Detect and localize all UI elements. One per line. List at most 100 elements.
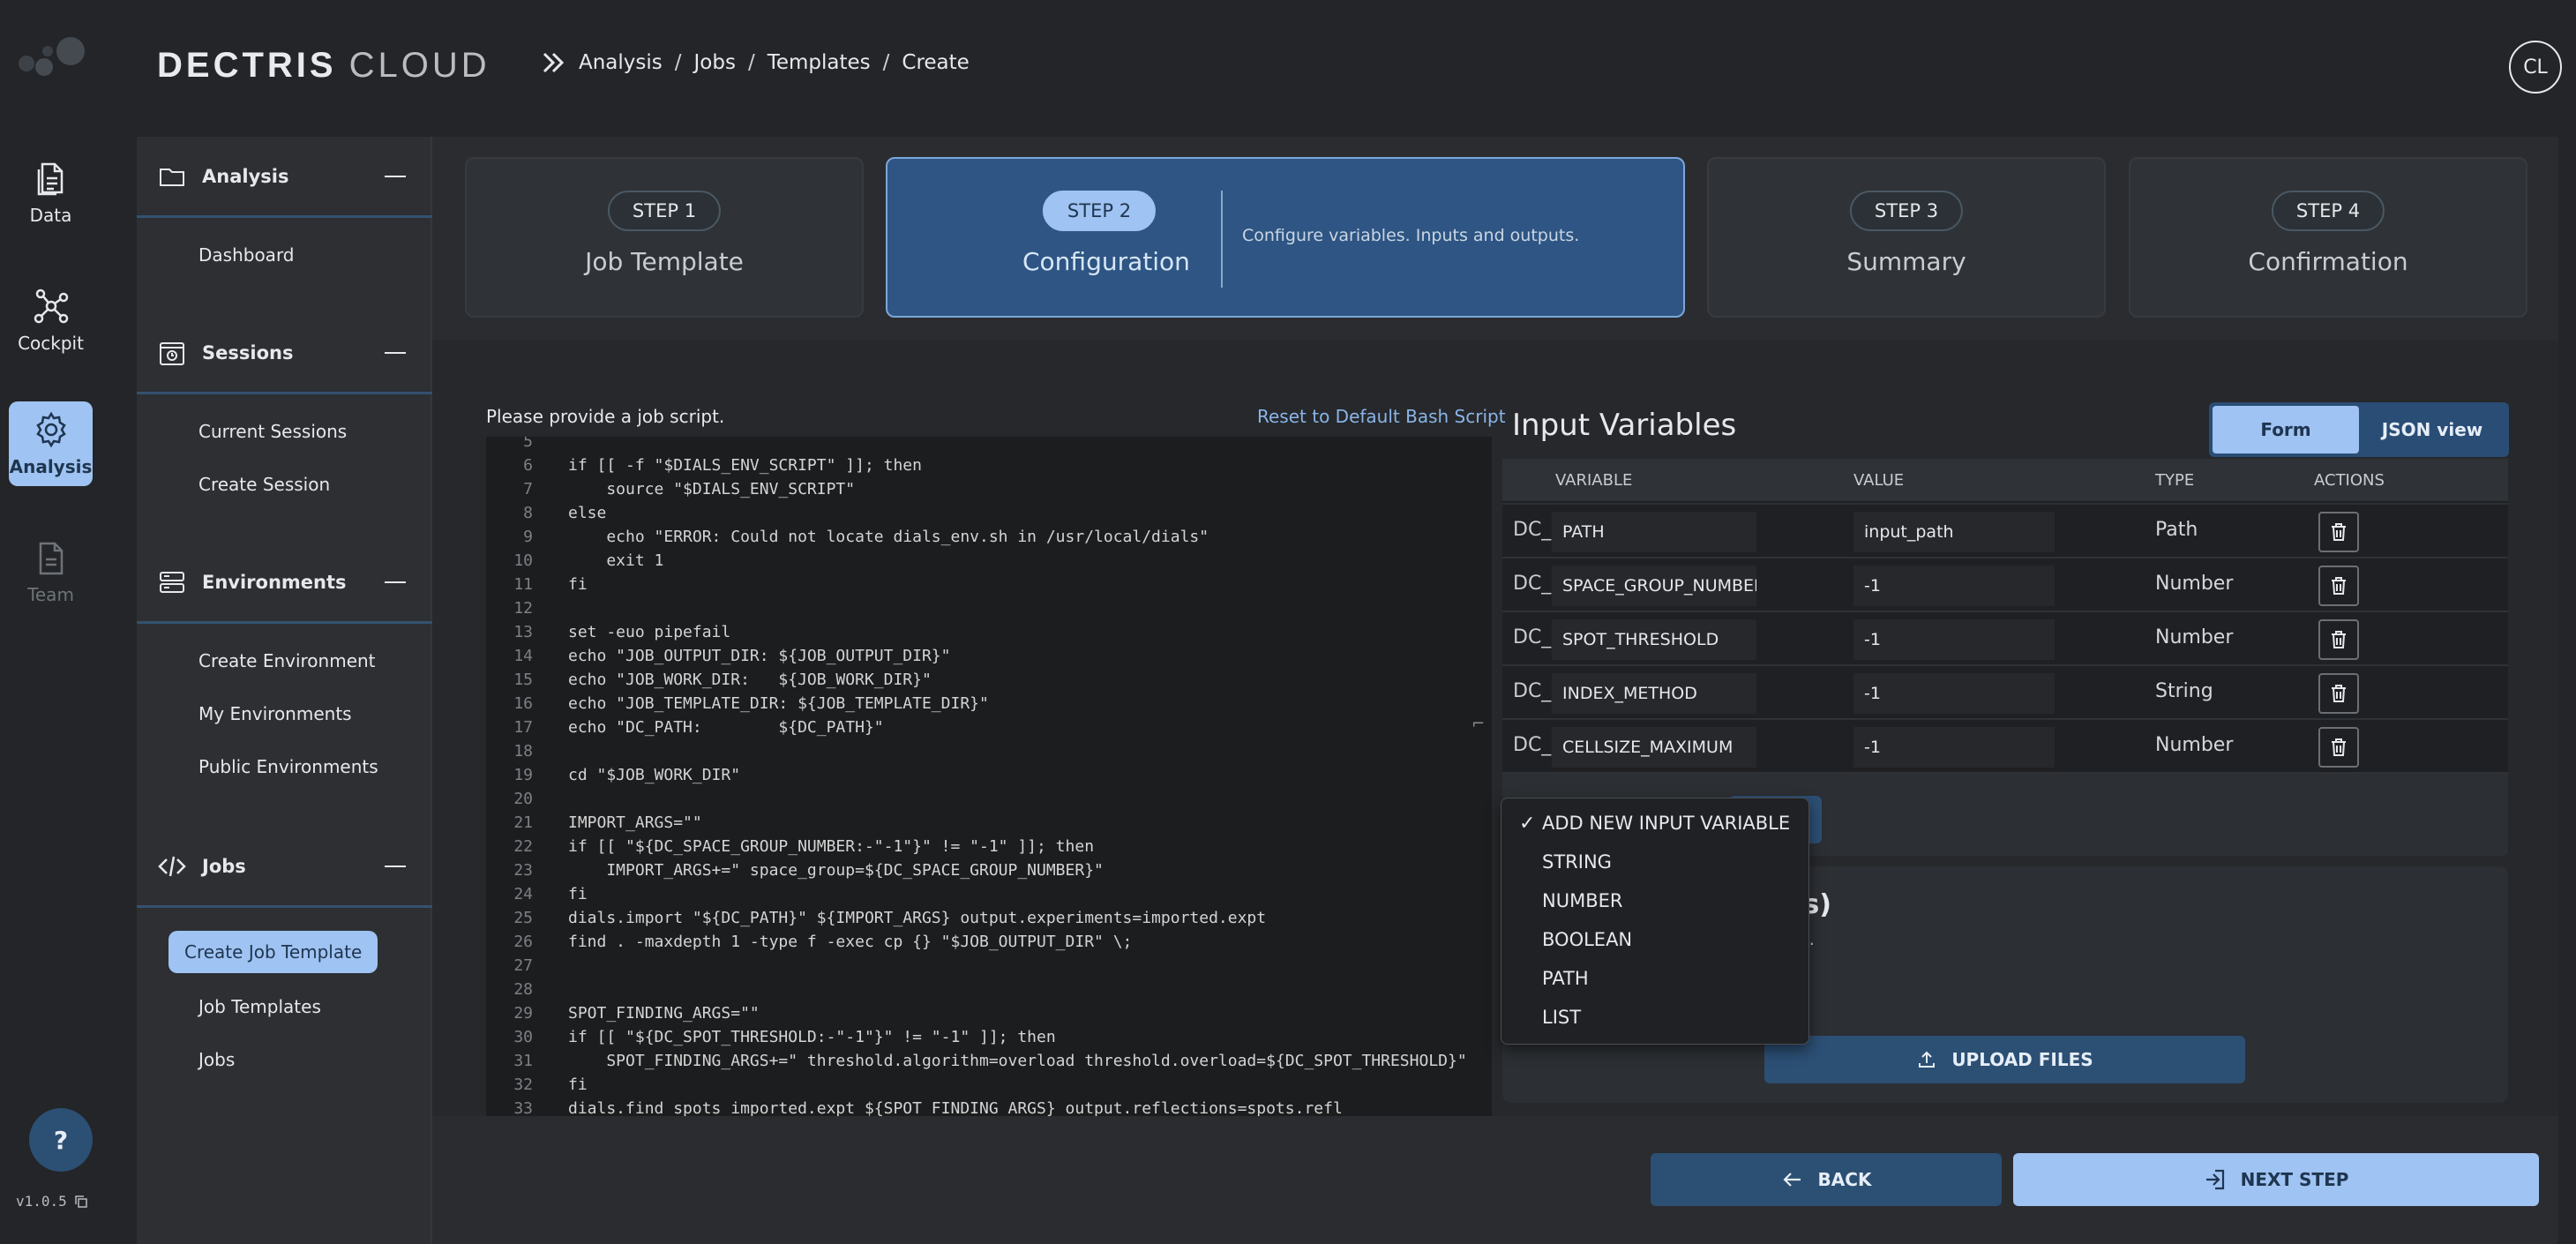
form-view-button[interactable]: Form: [2213, 406, 2359, 453]
upload-button-label: UPLOAD FILES: [1951, 1049, 2093, 1070]
sidebar-item-job-templates[interactable]: Job Templates: [183, 985, 337, 1028]
step-3[interactable]: STEP 3 Summary: [1707, 157, 2106, 318]
breadcrumb-templates[interactable]: Templates: [768, 51, 871, 74]
trash-icon: [2332, 577, 2346, 595]
dropdown-item-number[interactable]: NUMBER: [1501, 883, 1808, 918]
table-row: DC_ INDEX_METHOD -1 String: [1502, 666, 2508, 720]
code-text: dials.find_spots imported.expt ${SPOT_FI…: [568, 1099, 1343, 1116]
back-button[interactable]: BACK: [1651, 1153, 2002, 1206]
brand-logo[interactable]: DECTRIS CLOUD: [157, 46, 490, 85]
upload-icon: [1919, 1051, 1936, 1068]
code-text: IMPORT_ARGS+=" space_group=${DC_SPACE_GR…: [568, 861, 1104, 880]
variable-value-field[interactable]: -1: [1853, 727, 2055, 768]
next-step-button[interactable]: NEXT STEP: [2013, 1153, 2539, 1206]
sidebar-item-create-job-template[interactable]: Create Job Template: [168, 931, 378, 973]
dropdown-item-list[interactable]: LIST: [1501, 1000, 1808, 1035]
variable-name-field[interactable]: SPACE_GROUP_NUMBER: [1552, 566, 1756, 606]
sidebar-section-title: Environments: [202, 571, 347, 593]
back-button-label: BACK: [1817, 1169, 1872, 1190]
collapse-icon[interactable]: [385, 351, 406, 354]
code-text: echo "ERROR: Could not locate dials_env.…: [568, 528, 1209, 546]
resize-handle[interactable]: ⌐: [1471, 715, 1485, 733]
code-text: else: [568, 504, 607, 522]
help-button[interactable]: ?: [29, 1108, 93, 1172]
sidebar-item-jobs[interactable]: Jobs: [183, 1038, 251, 1081]
breadcrumb-jobs[interactable]: Jobs: [694, 51, 736, 74]
sidebar-item-my-environments[interactable]: My Environments: [183, 693, 368, 735]
delete-variable-button[interactable]: [2318, 727, 2359, 768]
delete-variable-button[interactable]: [2318, 619, 2359, 660]
code-editor[interactable]: 5 6 if [[ -f "$DIALS_ENV_SCRIPT" ]]; then 7…: [486, 437, 1492, 1116]
upload-files-button[interactable]: UPLOAD FILES: [1764, 1036, 2245, 1083]
copy-icon[interactable]: [74, 1195, 88, 1209]
rail-item-team[interactable]: Team: [9, 529, 93, 614]
breadcrumb-separator: /: [882, 51, 890, 74]
variable-name-field[interactable]: PATH: [1552, 512, 1756, 552]
line-number: 21: [513, 813, 533, 832]
variable-value-field[interactable]: input_path: [1853, 512, 2055, 552]
sidebar-section-header[interactable]: Jobs: [137, 827, 432, 908]
reset-script-link[interactable]: Reset to Default Bash Script: [1257, 406, 1506, 427]
variable-name-field[interactable]: INDEX_METHOD: [1552, 673, 1756, 714]
session-icon: [160, 341, 184, 365]
next-step-button-label: NEXT STEP: [2240, 1169, 2349, 1190]
sidebar-item-public-environments[interactable]: Public Environments: [183, 746, 394, 788]
script-label: Please provide a job script.: [486, 406, 725, 427]
breadcrumb-analysis[interactable]: Analysis: [579, 51, 663, 74]
code-line: 8 else: [486, 501, 1492, 525]
rail-item-analysis[interactable]: Analysis: [9, 401, 93, 486]
dropdown-item-add-new-input-variable[interactable]: ✓ ADD NEW INPUT VARIABLE: [1501, 806, 1808, 841]
code-line: 24 fi: [486, 882, 1492, 906]
breadcrumb-separator: /: [674, 51, 682, 74]
variable-value-field[interactable]: -1: [1853, 673, 2055, 714]
variable-name-field[interactable]: SPOT_THRESHOLD: [1552, 619, 1756, 660]
variable-name-field[interactable]: CELLSIZE_MAXIMUM: [1552, 727, 1756, 768]
code-text: set -euo pipefail: [568, 623, 731, 641]
step-4[interactable]: STEP 4 Confirmation: [2129, 157, 2527, 318]
step-pill: STEP 2: [1042, 191, 1157, 231]
line-number: 27: [513, 956, 533, 975]
trash-icon: [2332, 523, 2346, 541]
version-label: v1.0.5: [16, 1193, 88, 1210]
sidebar-item-create-environment[interactable]: Create Environment: [183, 640, 392, 682]
sidebar-section-header[interactable]: Sessions: [137, 313, 432, 394]
collapse-icon[interactable]: [385, 175, 406, 177]
variable-value-field[interactable]: -1: [1853, 566, 2055, 606]
code-text: find . -maxdepth 1 -type f -exec cp {} "…: [568, 933, 1133, 951]
json-view-button[interactable]: JSON view: [2359, 406, 2505, 453]
rail-item-label: Cockpit: [18, 333, 84, 354]
sidebar-section-header[interactable]: Analysis: [137, 137, 432, 218]
step-2[interactable]: STEP 2 Configuration Configure variables…: [886, 157, 1685, 318]
delete-variable-button[interactable]: [2318, 566, 2359, 606]
delete-variable-button[interactable]: [2318, 512, 2359, 552]
dropdown-item-string[interactable]: STRING: [1501, 844, 1808, 880]
dropdown-item-path[interactable]: PATH: [1501, 961, 1808, 996]
line-number: 28: [513, 980, 533, 999]
sidebar-section-header[interactable]: Environments: [137, 543, 432, 624]
add-variable-dropdown: ✓ ADD NEW INPUT VARIABLE STRING NUMBER B…: [1501, 798, 1809, 1045]
rail-item-data[interactable]: Data: [9, 150, 93, 235]
code-line: 12: [486, 596, 1492, 620]
sidebar-item-current-sessions[interactable]: Current Sessions: [183, 410, 363, 453]
breadcrumb: Analysis / Jobs / Templates / Create: [540, 49, 970, 76]
sidebar-item-dashboard[interactable]: Dashboard: [183, 234, 311, 276]
collapse-icon[interactable]: [385, 865, 406, 867]
variable-prefix: DC_: [1513, 734, 1552, 756]
delete-variable-button[interactable]: [2318, 673, 2359, 714]
sidebar-item-create-session[interactable]: Create Session: [183, 463, 346, 506]
rail-item-cockpit[interactable]: Cockpit: [9, 278, 93, 363]
step-1[interactable]: STEP 1 Job Template: [465, 157, 864, 318]
collapse-icon[interactable]: [385, 581, 406, 583]
dropdown-item-label: ADD NEW INPUT VARIABLE: [1542, 813, 1791, 834]
dropdown-item-boolean[interactable]: BOOLEAN: [1501, 922, 1808, 957]
variable-value-field[interactable]: -1: [1853, 619, 2055, 660]
avatar[interactable]: CL: [2509, 41, 2562, 94]
line-number: 8: [523, 504, 533, 522]
line-number: 23: [513, 861, 533, 880]
code-line: 33 dials.find_spots imported.expt ${SPOT_…: [486, 1097, 1492, 1116]
code-text: echo "JOB_TEMPLATE_DIR: ${JOB_TEMPLATE_D…: [568, 694, 989, 713]
sidebar-section-title: Jobs: [202, 855, 246, 877]
step-title: Job Template: [585, 247, 744, 276]
code-line: 29 SPOT_FINDING_ARGS="": [486, 1001, 1492, 1025]
line-number: 6: [523, 456, 533, 475]
